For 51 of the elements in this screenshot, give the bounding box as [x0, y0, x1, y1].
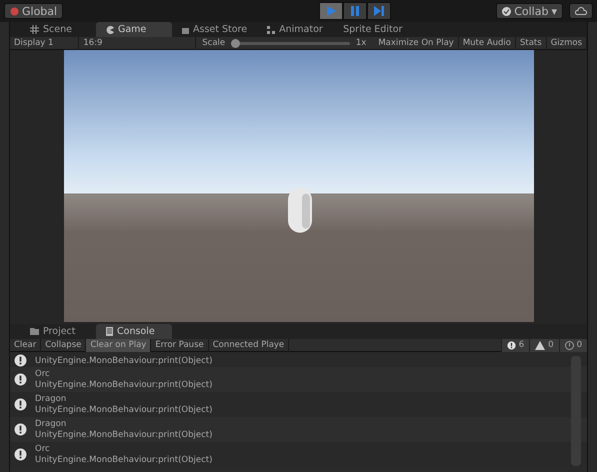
slider-thumb[interactable] [231, 38, 240, 48]
editor-tab[interactable]: Sprite Editor [333, 22, 412, 37]
pivot-icon [10, 6, 19, 16]
log-message: Orc [35, 444, 51, 454]
editor-tab[interactable]: Asset Store [172, 22, 258, 37]
info-icon [14, 423, 27, 436]
info-icon [14, 398, 27, 411]
error-icon [564, 340, 574, 350]
count-toggle-button[interactable]: 0 [529, 338, 559, 352]
grid-icon [30, 25, 39, 34]
nodes-icon [267, 26, 276, 34]
editor-tab[interactable]: Animator [257, 22, 334, 37]
step-icon [374, 6, 384, 16]
log-detail: UnityEngine.MonoBehaviour:print(Object) [35, 430, 212, 440]
folder-icon [30, 328, 39, 335]
panel-tab[interactable]: Console [96, 324, 172, 339]
play-icon [326, 6, 336, 16]
panel-tab[interactable]: Project [20, 324, 96, 339]
log-detail: UnityEngine.MonoBehaviour:print(Object) [35, 454, 212, 466]
caret-icon: ▾ [551, 4, 557, 18]
scale-value: 1x [356, 38, 366, 48]
check-icon [502, 6, 512, 16]
log-entry[interactable]: Orc UnityEngine.MonoBehaviour:print(Object) [10, 367, 587, 392]
log-detail: UnityEngine.MonoBehaviour:print(Object) [35, 356, 212, 367]
info-icon [14, 448, 27, 461]
count-toggle-button[interactable]: 6 [500, 338, 530, 352]
log-message: Orc [35, 368, 51, 380]
log-entry[interactable]: Dragon UnityEngine.MonoBehaviour:print(Object) [10, 417, 587, 442]
pacman-icon [106, 26, 114, 34]
pivot-button[interactable]: Global [4, 3, 64, 19]
step-button[interactable] [366, 2, 391, 20]
editor-tab[interactable]: Scene [20, 22, 96, 37]
cloud-icon [575, 7, 587, 15]
console-toggle-button[interactable]: Clear on Play [86, 338, 152, 352]
cloud-button[interactable] [569, 3, 593, 19]
log-message: Dragon [35, 394, 68, 404]
console-icon [106, 327, 113, 336]
play-button[interactable] [318, 2, 343, 20]
info-icon [506, 340, 516, 350]
editor-tab[interactable]: Game [96, 22, 172, 37]
pause-icon [350, 6, 359, 16]
bag-icon [182, 26, 189, 34]
log-detail: UnityEngine.MonoBehaviour:print(Object) [35, 380, 212, 390]
info-icon [14, 354, 27, 367]
log-message: Dragon [35, 418, 68, 430]
info-icon [14, 373, 27, 386]
log-detail: UnityEngine.MonoBehaviour:print(Object) [35, 404, 212, 416]
scale-slider[interactable] [231, 42, 350, 44]
pause-button[interactable] [342, 2, 367, 20]
collab-button[interactable]: Collab ▾ [496, 3, 563, 19]
scale-label: Scale [202, 38, 226, 48]
